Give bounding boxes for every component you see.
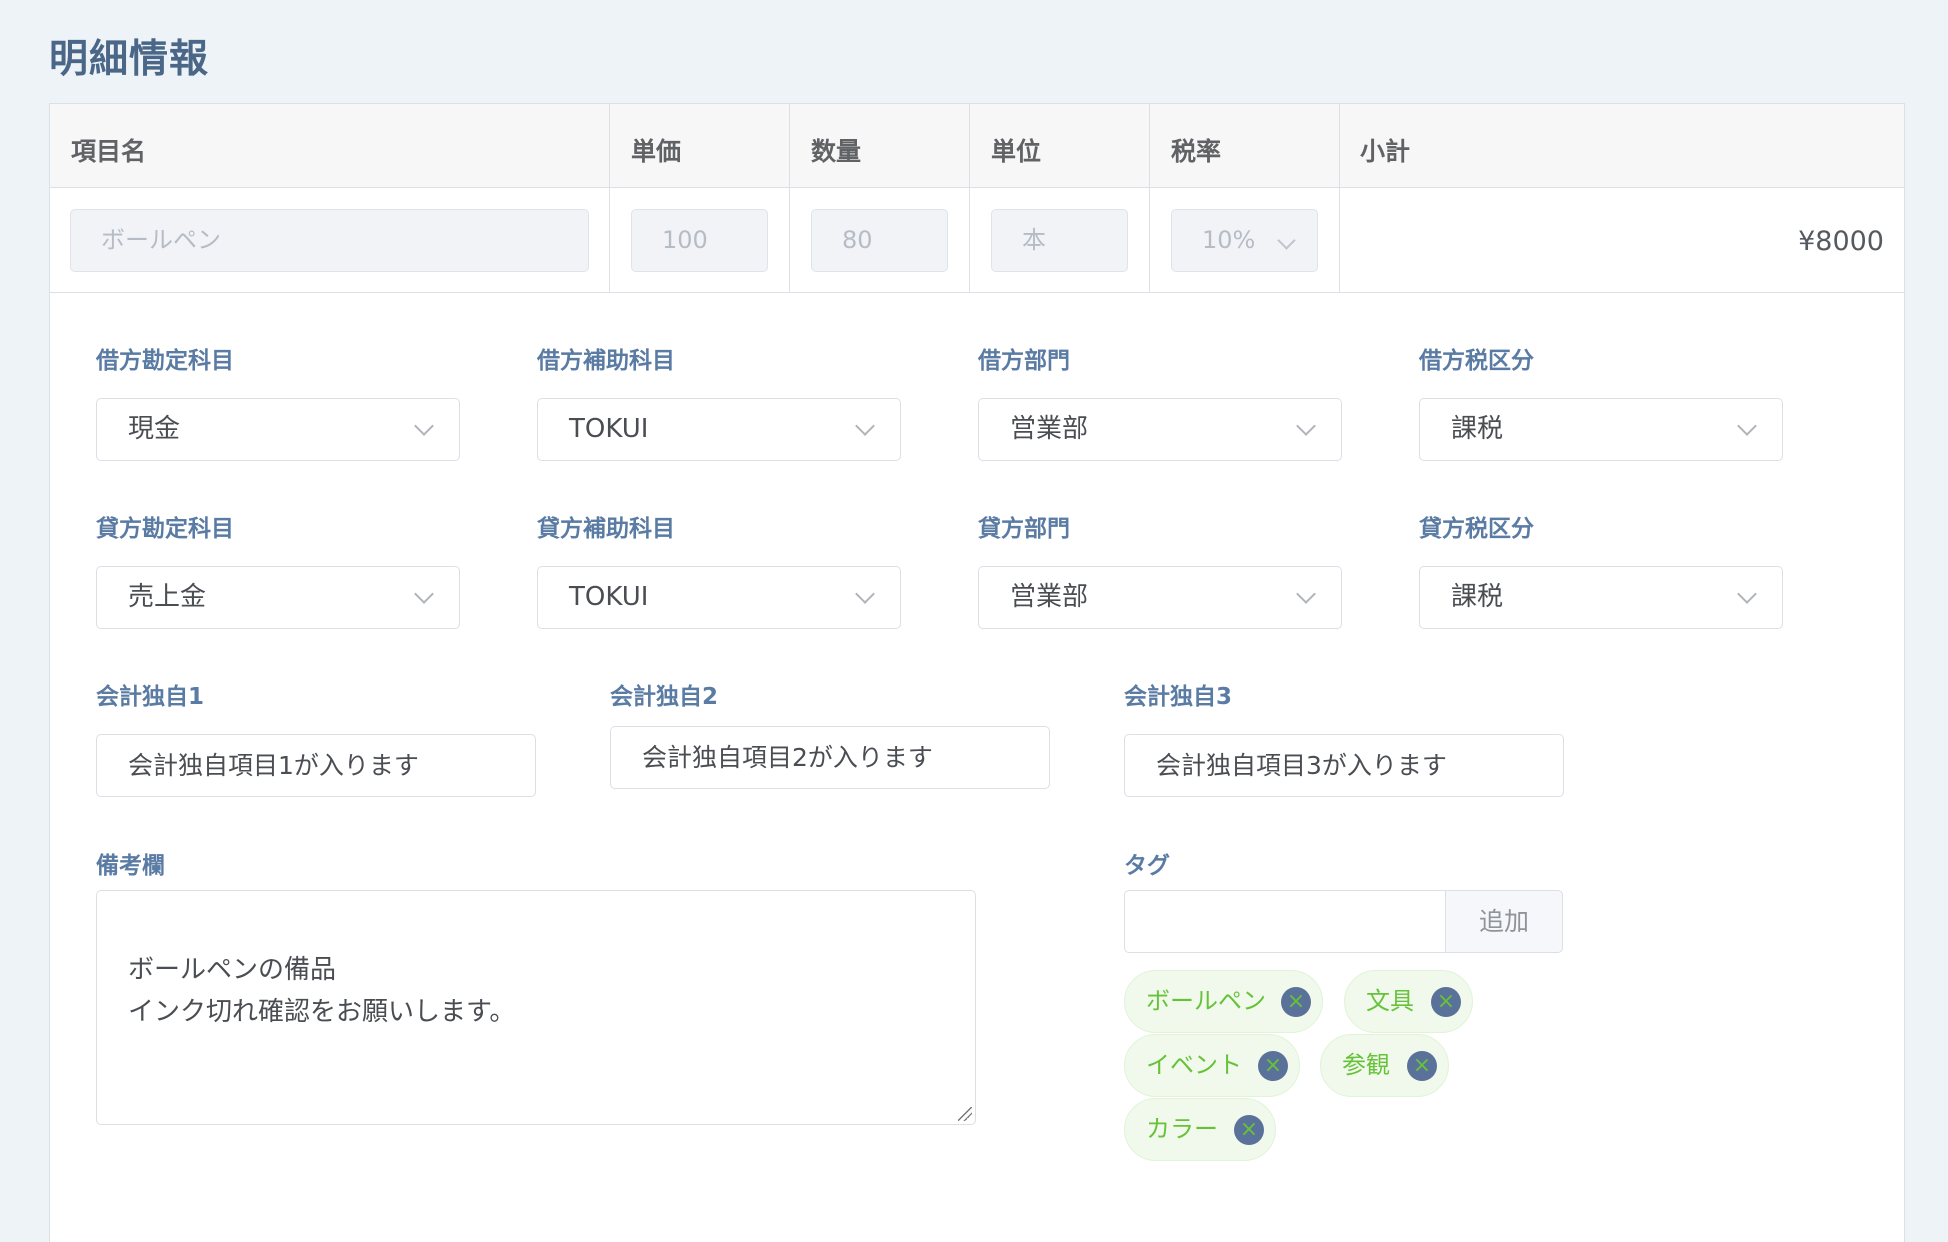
subtotal-value: ¥8000 xyxy=(1798,226,1884,257)
credit-dept-label: 貸方部門 xyxy=(978,516,1070,542)
credit-tax-select[interactable]: 課税 xyxy=(1419,566,1783,629)
quantity-input[interactable]: 80 xyxy=(811,209,948,272)
table-header: 項目名 単価 数量 単位 税率 小計 xyxy=(50,104,1904,188)
chevron-down-icon xyxy=(855,416,875,436)
custom2-input[interactable]: 会計独自項目2が入ります xyxy=(610,726,1050,789)
close-icon[interactable]: × xyxy=(1407,1051,1437,1081)
tax-rate-value: 10% xyxy=(1202,226,1256,254)
debit-account-select[interactable]: 現金 xyxy=(96,398,460,461)
tags-label: タグ xyxy=(1124,853,1170,879)
tag-input[interactable] xyxy=(1124,890,1445,953)
header-item: 項目名 xyxy=(71,137,147,166)
header-price: 単価 xyxy=(631,137,682,166)
debit-dept-select[interactable]: 営業部 xyxy=(978,398,1342,461)
credit-dept-select[interactable]: 営業部 xyxy=(978,566,1342,629)
credit-sub-label: 貸方補助科目 xyxy=(537,516,675,542)
chevron-down-icon xyxy=(414,416,434,436)
header-qty: 数量 xyxy=(811,137,862,166)
tax-rate-select[interactable]: 10% xyxy=(1171,209,1318,272)
debit-account-value: 現金 xyxy=(128,414,181,444)
credit-dept-value: 営業部 xyxy=(1010,582,1089,612)
close-icon[interactable]: × xyxy=(1258,1051,1288,1081)
debit-sub-value: TOKUI xyxy=(569,414,649,444)
remarks-label: 備考欄 xyxy=(96,853,165,879)
debit-tax-select[interactable]: 課税 xyxy=(1419,398,1783,461)
debit-dept-label: 借方部門 xyxy=(978,348,1070,374)
header-subtotal: 小計 xyxy=(1360,137,1411,166)
item-name-input[interactable]: ボールペン xyxy=(70,209,589,272)
resize-handle-icon[interactable] xyxy=(958,1107,972,1121)
chevron-down-icon xyxy=(1296,584,1316,604)
table-row: ボールペン 100 80 本 10% ¥8000 xyxy=(50,189,1904,293)
credit-account-value: 売上金 xyxy=(128,582,207,612)
chevron-down-icon xyxy=(855,584,875,604)
chevron-down-icon xyxy=(1737,416,1757,436)
remarks-textarea[interactable]: ボールペンの備品 インク切れ確認をお願いします。 xyxy=(96,890,976,1125)
debit-tax-value: 課税 xyxy=(1451,414,1504,444)
chevron-down-icon xyxy=(1277,231,1296,250)
custom2-label: 会計独自2 xyxy=(610,684,719,710)
remarks-text: ボールペンの備品 インク切れ確認をお願いします。 xyxy=(128,955,516,1027)
credit-account-select[interactable]: 売上金 xyxy=(96,566,460,629)
tag-label: ボールペン xyxy=(1146,987,1266,1015)
chevron-down-icon xyxy=(1737,584,1757,604)
page-title: 明細情報 xyxy=(49,37,210,82)
credit-sub-select[interactable]: TOKUI xyxy=(537,566,901,629)
custom3-input[interactable]: 会計独自項目3が入ります xyxy=(1124,734,1564,797)
close-icon[interactable]: × xyxy=(1234,1115,1264,1145)
debit-tax-label: 借方税区分 xyxy=(1419,348,1534,374)
debit-sub-label: 借方補助科目 xyxy=(537,348,675,374)
debit-account-label: 借方勘定科目 xyxy=(96,348,234,374)
tag-item: 参観 × xyxy=(1320,1034,1449,1097)
close-icon[interactable]: × xyxy=(1431,987,1461,1017)
tag-label: イベント xyxy=(1146,1051,1242,1079)
credit-tax-value: 課税 xyxy=(1451,582,1504,612)
credit-tax-label: 貸方税区分 xyxy=(1419,516,1534,542)
close-icon[interactable]: × xyxy=(1281,987,1311,1017)
tag-add-button[interactable]: 追加 xyxy=(1445,890,1563,953)
custom1-label: 会計独自1 xyxy=(96,684,205,710)
tag-label: カラー xyxy=(1146,1115,1218,1143)
tag-item: カラー × xyxy=(1124,1098,1276,1161)
unit-input[interactable]: 本 xyxy=(991,209,1128,272)
tag-item: イベント × xyxy=(1124,1034,1300,1097)
header-tax: 税率 xyxy=(1171,137,1222,166)
debit-dept-value: 営業部 xyxy=(1010,414,1089,444)
credit-account-label: 貸方勘定科目 xyxy=(96,516,234,542)
debit-sub-select[interactable]: TOKUI xyxy=(537,398,901,461)
unit-price-input[interactable]: 100 xyxy=(631,209,768,272)
chevron-down-icon xyxy=(1296,416,1316,436)
tag-label: 文具 xyxy=(1366,987,1414,1015)
custom3-label: 会計独自3 xyxy=(1124,684,1233,710)
credit-sub-value: TOKUI xyxy=(569,582,649,612)
detail-card: 項目名 単価 数量 単位 税率 小計 ボールペン 100 80 本 10% ¥8… xyxy=(49,103,1905,1242)
tag-label: 参観 xyxy=(1342,1051,1390,1079)
header-unit: 単位 xyxy=(991,137,1042,166)
chevron-down-icon xyxy=(414,584,434,604)
custom1-input[interactable]: 会計独自項目1が入ります xyxy=(96,734,536,797)
tag-item: 文具 × xyxy=(1344,970,1473,1033)
tag-item: ボールペン × xyxy=(1124,970,1323,1033)
